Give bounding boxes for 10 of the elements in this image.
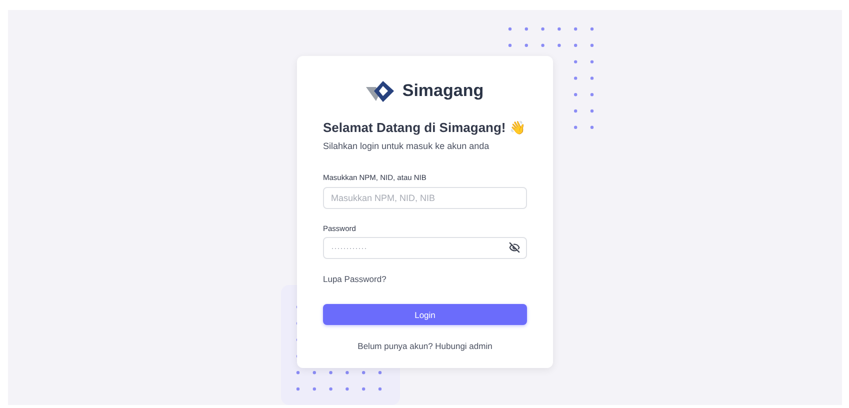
- brand-name: Simagang: [402, 80, 484, 102]
- logo-icon: [366, 78, 396, 103]
- password-field[interactable]: ············: [323, 236, 527, 259]
- subtitle: Silahkan login untuk masuk ke akun anda: [323, 140, 490, 153]
- forgot-password-link[interactable]: Lupa Password?: [323, 272, 386, 286]
- hide-password-icon[interactable]: [509, 242, 520, 254]
- input-field[interactable]: Masukkan NPM, NID, NIB: [323, 186, 527, 208]
- contact-admin-link[interactable]: Belum punya akun? Hubungi admin: [323, 340, 527, 352]
- welcome-heading: Selamat Datang di Simagang! 👋: [323, 120, 526, 136]
- login-button[interactable]: Login: [323, 304, 527, 326]
